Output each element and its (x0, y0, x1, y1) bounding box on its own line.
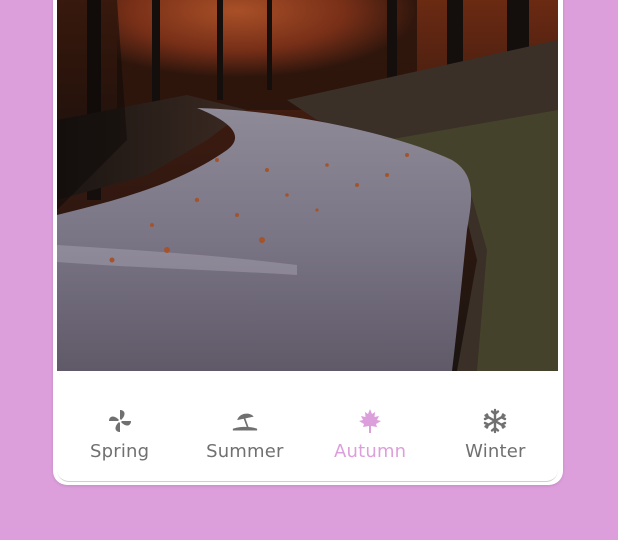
tab-summer[interactable]: Summer (182, 391, 307, 481)
autumn-road-photo (57, 0, 558, 371)
tab-label: Summer (206, 441, 284, 462)
tab-label: Spring (89, 441, 150, 462)
tab-spring[interactable]: Spring (57, 391, 182, 481)
tab-label: Autumn (333, 441, 407, 462)
season-tab-bar: Spring Summer Autumn Winter (57, 391, 558, 481)
maple-leaf-icon (356, 407, 384, 435)
card-inner: Spring Summer Autumn Winter (57, 0, 558, 482)
tab-label: Winter (465, 441, 526, 462)
tab-winter[interactable]: Winter (433, 391, 558, 481)
season-card: Spring Summer Autumn Winter (53, 0, 563, 485)
pinwheel-icon (106, 407, 134, 435)
beach-umbrella-icon (231, 407, 259, 435)
snowflake-icon (481, 407, 509, 435)
tab-autumn[interactable]: Autumn (308, 391, 433, 481)
